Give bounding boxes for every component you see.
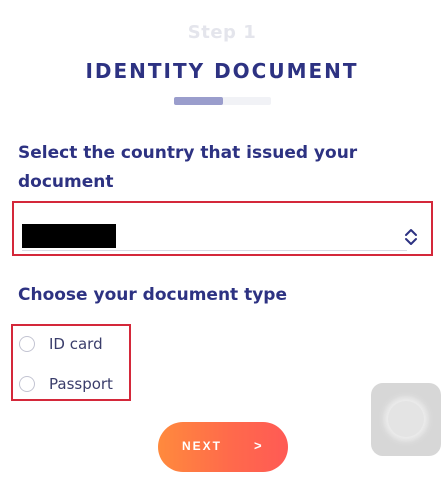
radio-label: Passport bbox=[49, 375, 113, 393]
country-label: Select the country that issued your docu… bbox=[18, 143, 358, 192]
progress-bar bbox=[174, 97, 271, 105]
next-button[interactable]: NEXT > bbox=[158, 422, 288, 472]
radio-option-id-card[interactable]: ID card bbox=[19, 332, 103, 356]
next-button-label: NEXT bbox=[182, 439, 223, 453]
selected-country-value bbox=[22, 224, 116, 248]
chevron-updown-icon bbox=[405, 229, 417, 245]
country-select[interactable] bbox=[12, 201, 433, 256]
assistive-touch-icon bbox=[388, 401, 424, 437]
arrow-right-icon: > bbox=[254, 438, 262, 453]
radio-button-icon[interactable] bbox=[19, 336, 35, 352]
assistive-touch-button[interactable] bbox=[371, 383, 441, 456]
document-type-label: Choose your document type bbox=[18, 285, 287, 305]
select-underline bbox=[22, 250, 407, 251]
radio-label: ID card bbox=[49, 335, 103, 353]
radio-option-passport[interactable]: Passport bbox=[19, 372, 113, 396]
document-type-radio-group: ID card Passport bbox=[11, 324, 131, 401]
progress-bar-fill bbox=[174, 97, 223, 105]
page-title: IDENTITY DOCUMENT bbox=[85, 59, 359, 83]
step-label: Step 1 bbox=[187, 22, 257, 43]
radio-button-icon[interactable] bbox=[19, 376, 35, 392]
